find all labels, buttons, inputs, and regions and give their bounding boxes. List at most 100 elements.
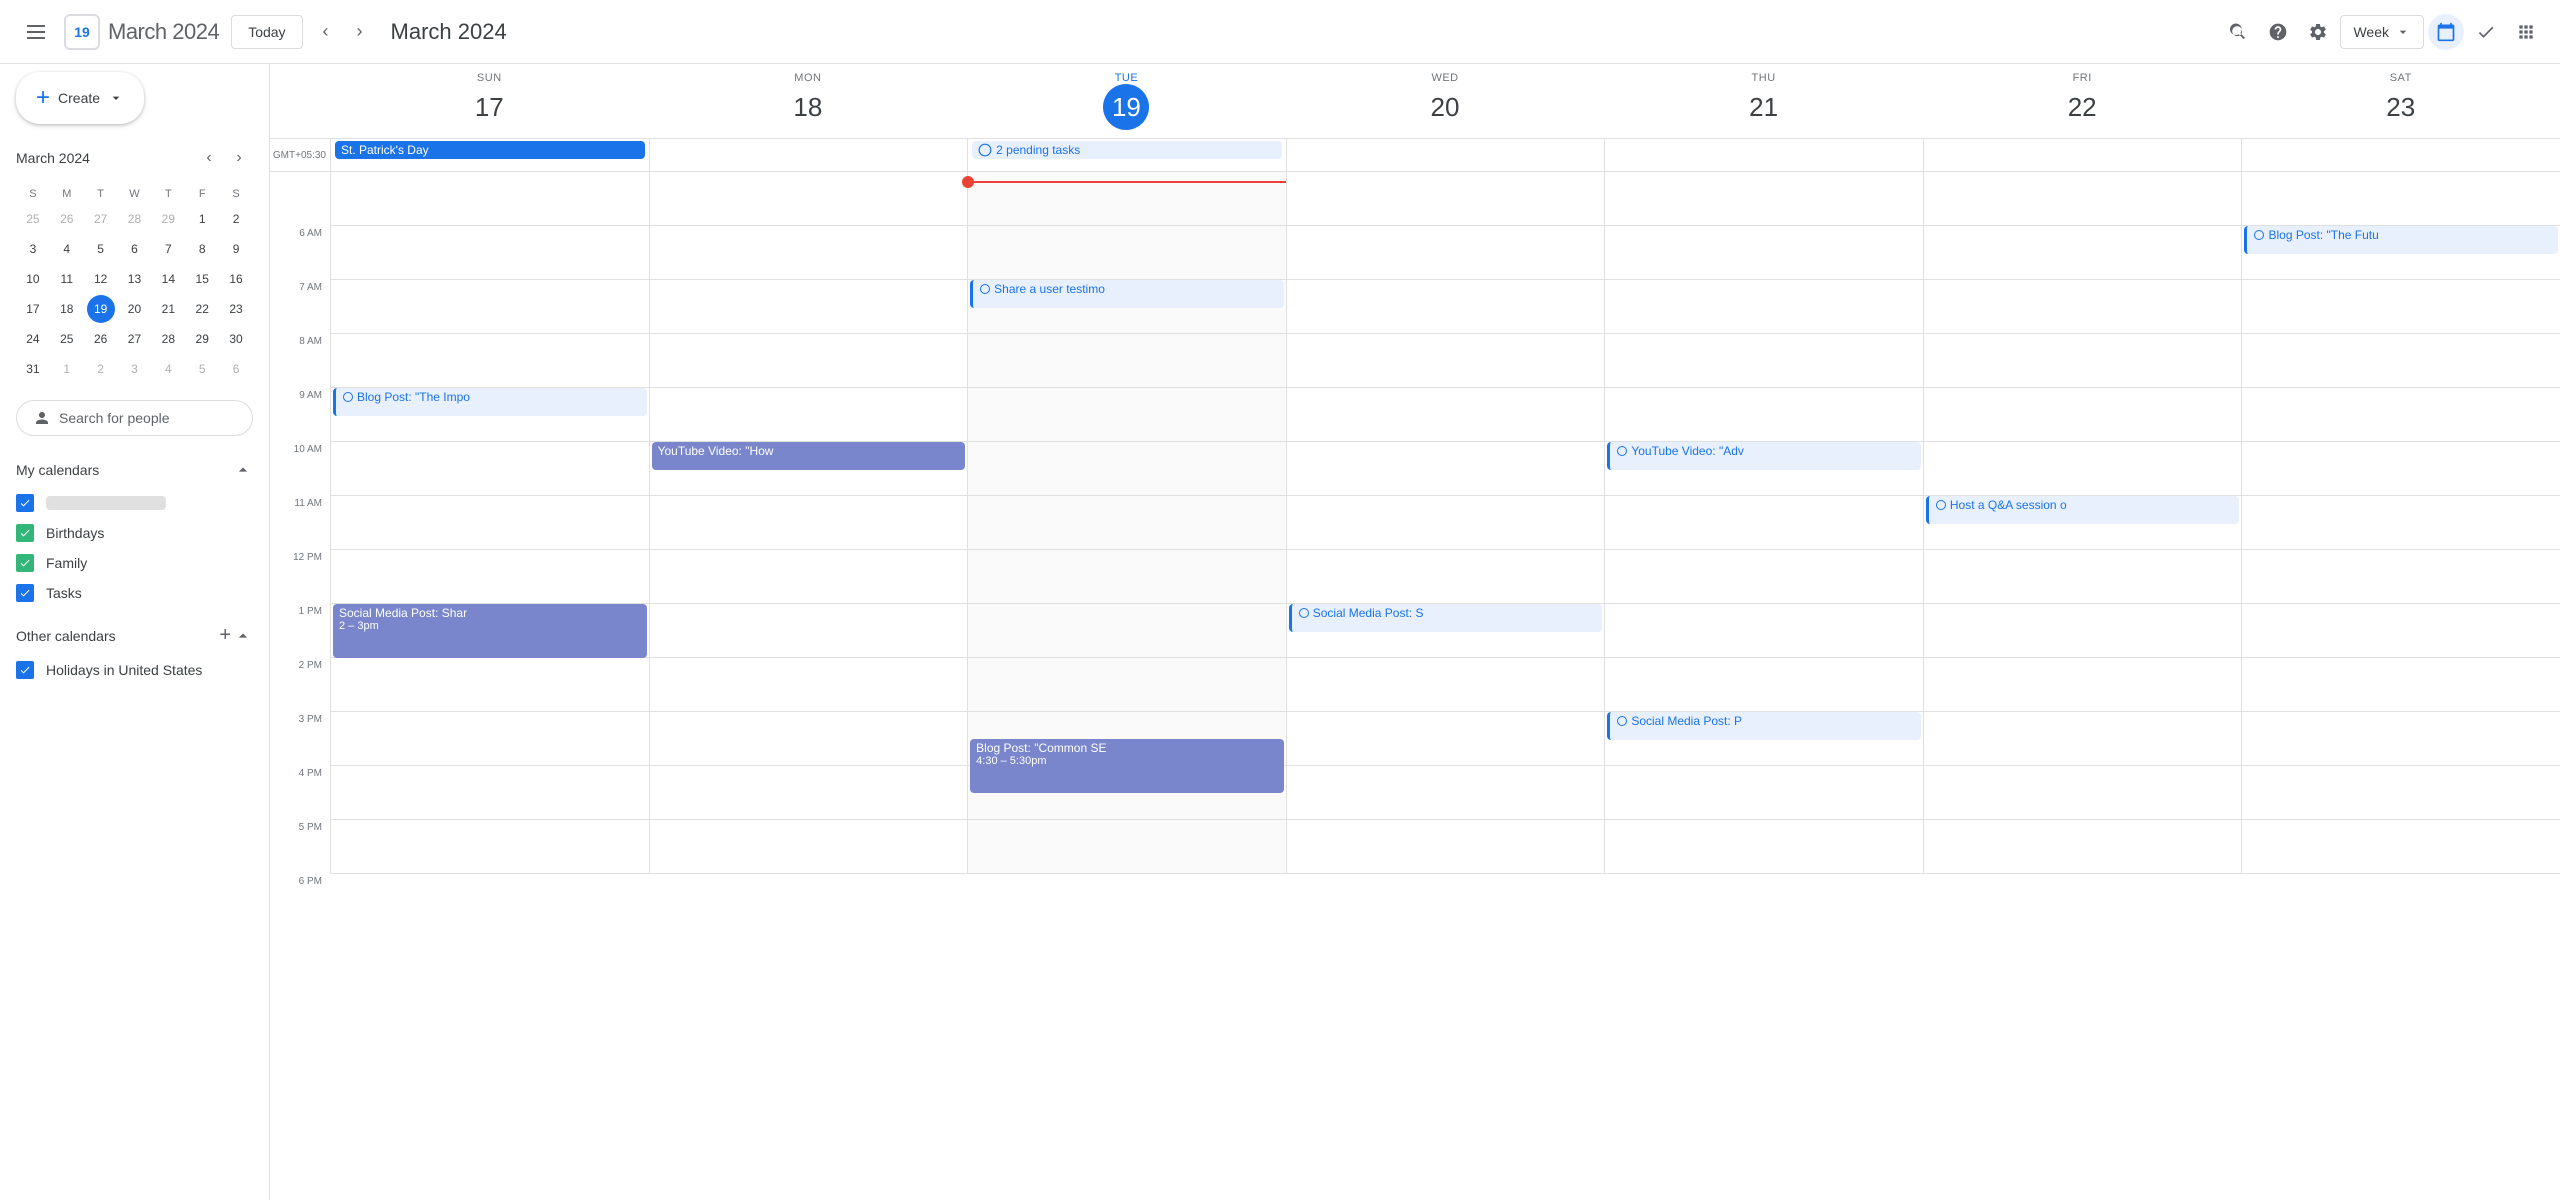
mini-cal-nav-group: ‹ ›: [195, 144, 253, 172]
mini-cal-day-5[interactable]: 5: [188, 355, 216, 383]
mini-cal-day-23[interactable]: 23: [222, 295, 250, 323]
calendar-item-personal[interactable]: [16, 488, 253, 518]
mini-cal-day-14[interactable]: 14: [154, 265, 182, 293]
hour-line: [2242, 496, 2560, 550]
mini-cal-day-11[interactable]: 11: [53, 265, 81, 293]
mini-cal-day-4[interactable]: 4: [53, 235, 81, 263]
calendar-event[interactable]: YouTube Video: "Adv: [1607, 442, 1921, 470]
create-button[interactable]: + Create: [16, 72, 144, 124]
mini-cal-day-27[interactable]: 27: [87, 205, 115, 233]
hour-line: [331, 226, 649, 280]
mini-cal-day-29[interactable]: 29: [154, 205, 182, 233]
other-calendars-section: Other calendars + Holidays in United Sta…: [16, 616, 253, 685]
hour-line: [1605, 226, 1923, 280]
search-button[interactable]: [2220, 14, 2256, 50]
my-calendars-header[interactable]: My calendars: [16, 452, 253, 488]
calendar-item-birthdays[interactable]: Birthdays: [16, 518, 253, 548]
tasks-icon: [2476, 22, 2496, 42]
mini-cal-next-button[interactable]: ›: [225, 144, 253, 172]
mini-cal-day-29[interactable]: 29: [188, 325, 216, 353]
hour-line: [1287, 820, 1605, 874]
calendar-event[interactable]: Blog Post: "The Impo: [333, 388, 647, 416]
mini-cal-day-5[interactable]: 5: [87, 235, 115, 263]
mini-cal-day-9[interactable]: 9: [222, 235, 250, 263]
mini-cal-day-2[interactable]: 2: [222, 205, 250, 233]
calendar-event[interactable]: Social Media Post: P: [1607, 712, 1921, 740]
hour-line: [1924, 388, 2242, 442]
hour-line: [968, 388, 1286, 442]
mini-cal-day-2[interactable]: 2: [87, 355, 115, 383]
calendar-event[interactable]: YouTube Video: "How: [652, 442, 966, 470]
calendar-checkbox-holidays: [16, 661, 34, 679]
mini-cal-day-28[interactable]: 28: [120, 205, 148, 233]
hour-line: [331, 442, 649, 496]
mini-cal-day-1[interactable]: 1: [188, 205, 216, 233]
stpatricks-event[interactable]: St. Patrick's Day: [335, 141, 645, 159]
next-week-button[interactable]: ›: [349, 13, 371, 50]
time-label-10: 4 PM: [270, 766, 330, 820]
mini-cal-day-4[interactable]: 4: [154, 355, 182, 383]
mini-cal-day-8[interactable]: 8: [188, 235, 216, 263]
mini-cal-day-10[interactable]: 10: [19, 265, 47, 293]
calendar-item-family[interactable]: Family: [16, 548, 253, 578]
calendar-item-tasks[interactable]: Tasks: [16, 578, 253, 608]
mini-cal-day-18[interactable]: 18: [53, 295, 81, 323]
mini-cal-day-25[interactable]: 25: [53, 325, 81, 353]
mini-cal-day-22[interactable]: 22: [188, 295, 216, 323]
apps-button[interactable]: [2508, 14, 2544, 50]
mini-cal-day-19[interactable]: 19: [87, 295, 115, 323]
hour-line: [1924, 334, 2242, 388]
calendar-event[interactable]: Share a user testimo: [970, 280, 1284, 308]
mini-cal-day-17[interactable]: 17: [19, 295, 47, 323]
mini-cal-day-28[interactable]: 28: [154, 325, 182, 353]
other-calendars-header[interactable]: Other calendars +: [16, 616, 253, 655]
mini-cal-day-7[interactable]: 7: [154, 235, 182, 263]
today-button[interactable]: Today: [231, 15, 302, 49]
mini-cal-day-6[interactable]: 6: [222, 355, 250, 383]
mini-cal-day-25[interactable]: 25: [19, 205, 47, 233]
hour-line: [1287, 766, 1605, 820]
mini-cal-day-24[interactable]: 24: [19, 325, 47, 353]
view-selector[interactable]: Week: [2340, 15, 2424, 49]
calendar-label-tasks: Tasks: [46, 585, 82, 601]
grid-view-button[interactable]: [2428, 14, 2464, 50]
mini-cal-day-6[interactable]: 6: [120, 235, 148, 263]
other-cal-controls: +: [219, 624, 253, 647]
mini-cal-day-1[interactable]: 1: [53, 355, 81, 383]
mini-cal-day-3[interactable]: 3: [120, 355, 148, 383]
hamburger-menu-button[interactable]: [16, 12, 56, 52]
mini-cal-day-16[interactable]: 16: [222, 265, 250, 293]
mini-cal-day-20[interactable]: 20: [120, 295, 148, 323]
search-people-input[interactable]: Search for people: [16, 400, 253, 436]
pending-tasks-event[interactable]: 2 pending tasks: [972, 141, 1282, 159]
mini-cal-day-30[interactable]: 30: [222, 325, 250, 353]
calendar-event[interactable]: Blog Post: "Common SE4:30 – 5:30pm: [970, 739, 1284, 793]
mini-cal-day-21[interactable]: 21: [154, 295, 182, 323]
mini-cal-day-12[interactable]: 12: [87, 265, 115, 293]
mini-cal-day-26[interactable]: 26: [53, 205, 81, 233]
prev-week-button[interactable]: ‹: [315, 13, 337, 50]
hour-line: [1605, 604, 1923, 658]
mini-cal-prev-button[interactable]: ‹: [195, 144, 223, 172]
day-header-sat: SAT 23: [2241, 64, 2560, 138]
mini-cal-day-13[interactable]: 13: [120, 265, 148, 293]
mini-cal-day-3[interactable]: 3: [19, 235, 47, 263]
hour-line: [2242, 172, 2560, 226]
task-view-button[interactable]: [2468, 14, 2504, 50]
mini-cal-day-15[interactable]: 15: [188, 265, 216, 293]
add-other-calendar-button[interactable]: +: [219, 624, 231, 647]
calendar-event[interactable]: Social Media Post: S: [1289, 604, 1603, 632]
mini-cal-day-26[interactable]: 26: [87, 325, 115, 353]
calendar-event[interactable]: Blog Post: "The Futu: [2244, 226, 2558, 254]
settings-icon: [2308, 22, 2328, 42]
allday-cell-sun: St. Patrick's Day: [330, 139, 649, 171]
calendar-event[interactable]: Social Media Post: Shar2 – 3pm: [333, 604, 647, 658]
help-button[interactable]: [2260, 14, 2296, 50]
calendar-item-holidays[interactable]: Holidays in United States: [16, 655, 253, 685]
hour-line: [650, 604, 968, 658]
mini-cal-day-31[interactable]: 31: [19, 355, 47, 383]
mini-cal-day-27[interactable]: 27: [120, 325, 148, 353]
settings-button[interactable]: [2300, 14, 2336, 50]
date-num-17: 17: [466, 84, 512, 130]
calendar-event[interactable]: Host a Q&A session o: [1926, 496, 2240, 524]
